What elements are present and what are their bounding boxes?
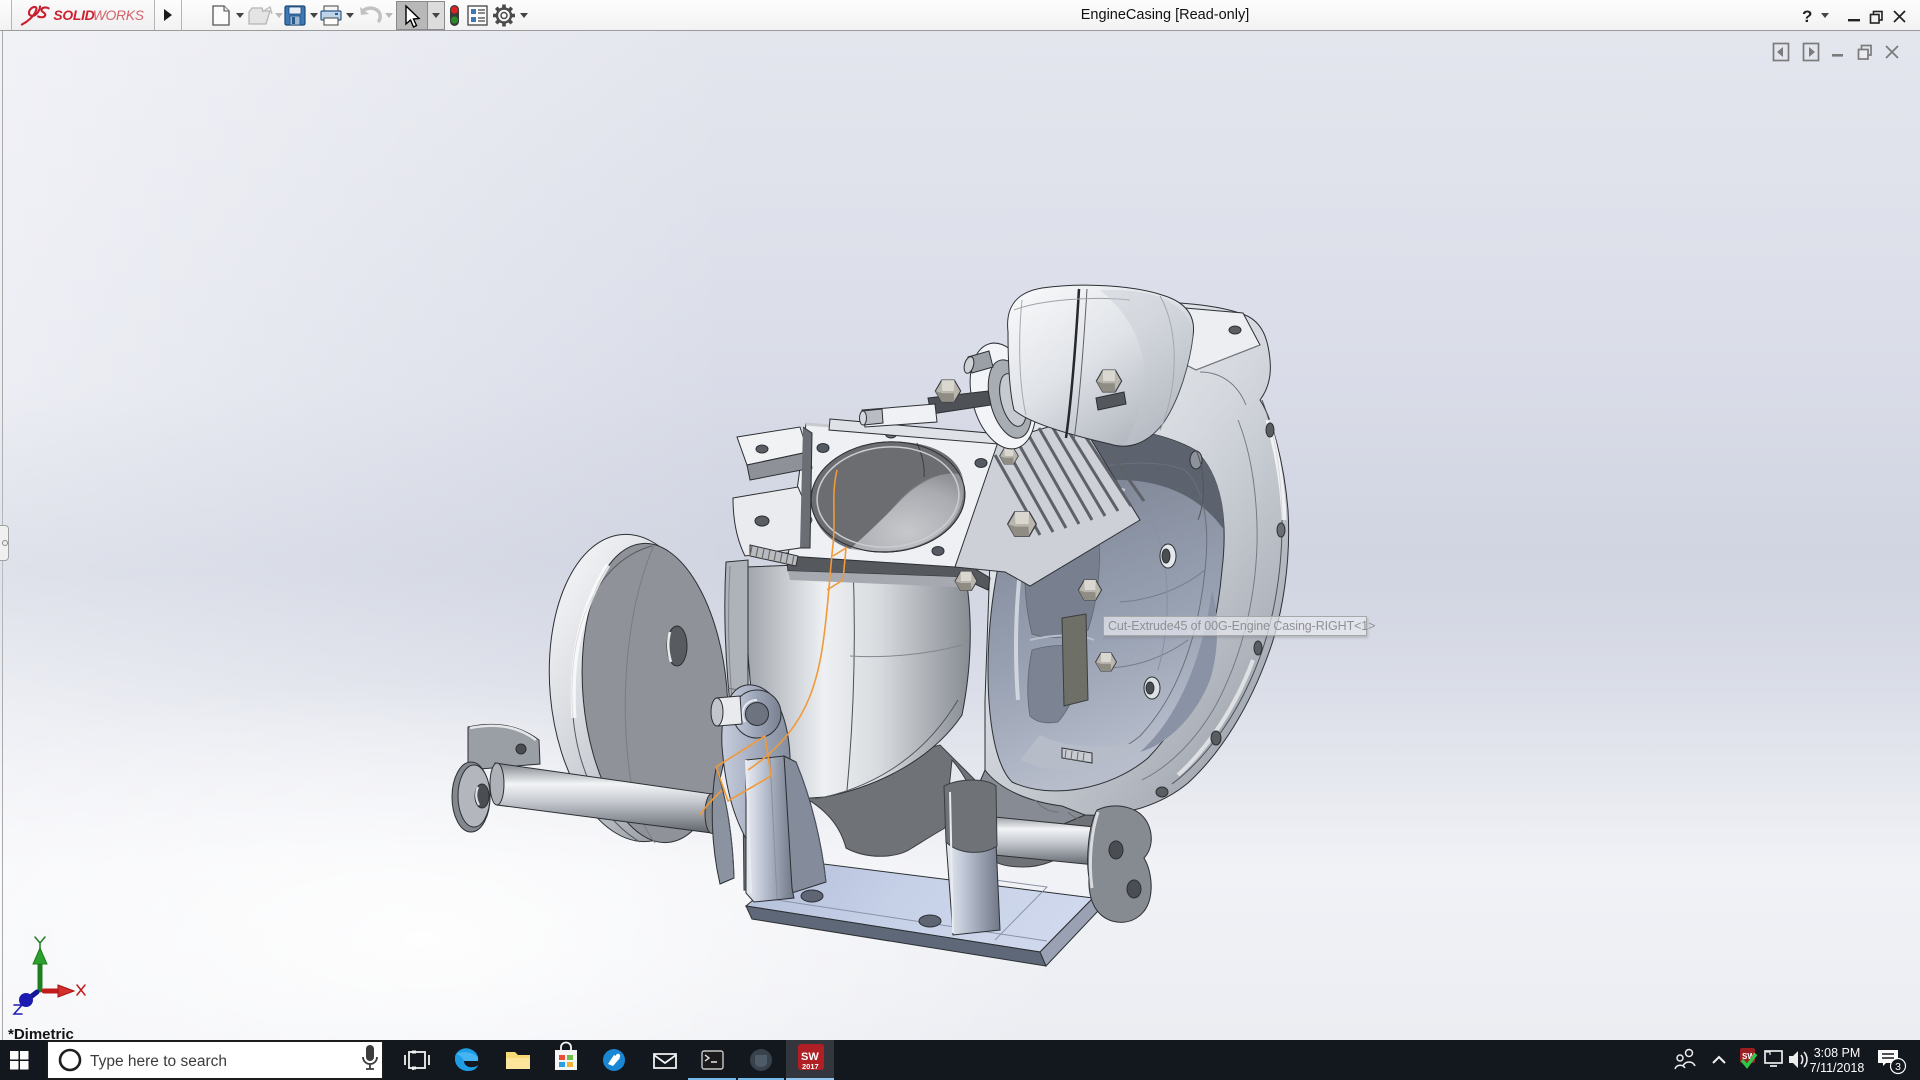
svg-text:?: ?	[1802, 7, 1812, 26]
svg-text:3:08 PM: 3:08 PM	[1814, 1046, 1861, 1060]
svg-text:2017: 2017	[802, 1062, 819, 1071]
svg-text:SOLID: SOLID	[53, 7, 94, 23]
svg-text:Type here to search: Type here to search	[90, 1053, 227, 1070]
svg-text:WORKS: WORKS	[93, 7, 145, 23]
svg-text:3: 3	[1895, 1061, 1901, 1073]
svg-text:7/11/2018: 7/11/2018	[1810, 1061, 1865, 1075]
